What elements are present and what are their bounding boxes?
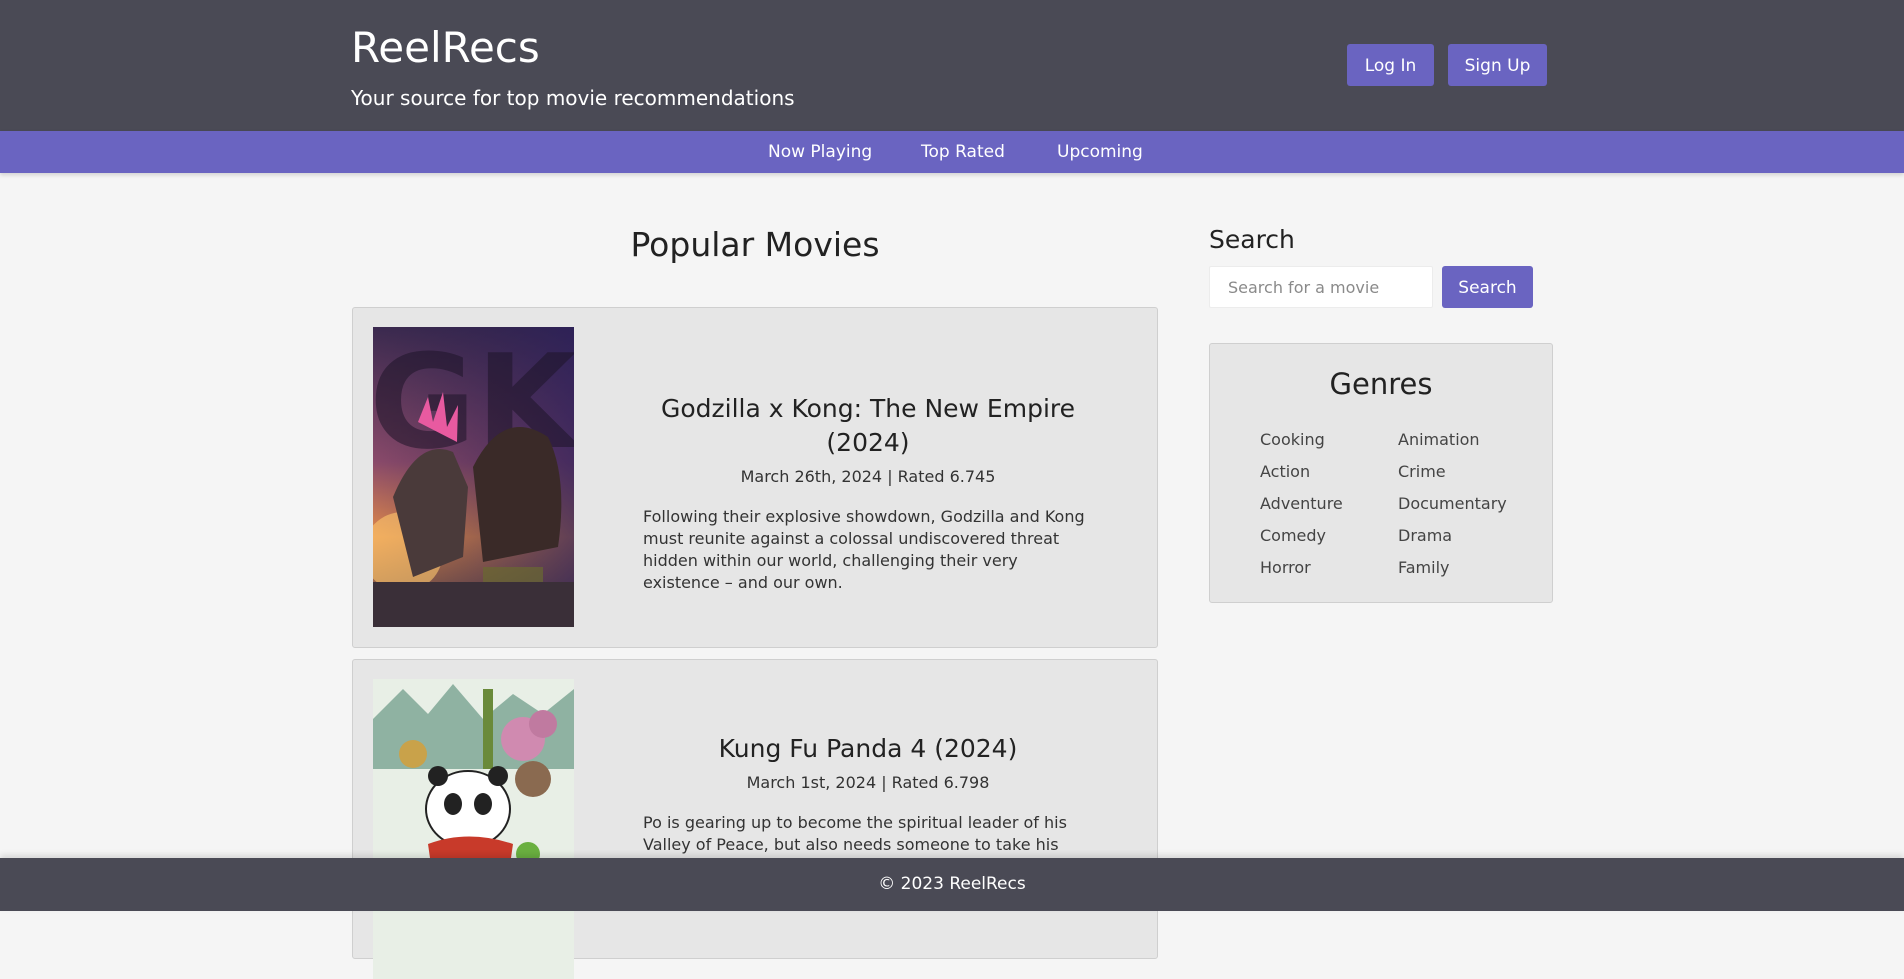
nav-upcoming[interactable]: Upcoming: [1057, 131, 1143, 173]
nav-now-playing[interactable]: Now Playing: [768, 131, 872, 173]
movie-info: Kung Fu Panda 4 (2024) March 1st, 2024 |…: [643, 732, 1093, 878]
movie-title[interactable]: Kung Fu Panda 4 (2024): [643, 732, 1093, 766]
search-input[interactable]: [1209, 266, 1433, 308]
movie-card[interactable]: GK Godzilla x Kong: The New Empire (2024…: [352, 307, 1158, 648]
movie-card[interactable]: Kung Fu Panda 4 (2024) March 1st, 2024 |…: [352, 659, 1158, 979]
genre-link-drama[interactable]: Drama: [1398, 520, 1507, 552]
movie-info: Godzilla x Kong: The New Empire (2024) M…: [643, 392, 1093, 594]
poster-image: GK: [373, 327, 574, 627]
movie-poster-godzilla-kong[interactable]: GK: [373, 327, 574, 627]
genres-panel: Genres Cooking Action Adventure Comedy H…: [1209, 343, 1553, 603]
genre-link-cooking[interactable]: Cooking: [1260, 424, 1343, 456]
site-tagline: Your source for top movie recommendation…: [351, 86, 795, 110]
copyright-text: © 2023 ReelRecs: [878, 874, 1026, 894]
genre-link-crime[interactable]: Crime: [1398, 456, 1507, 488]
site-logo-title[interactable]: ReelRecs: [351, 22, 540, 74]
popular-movies-heading: Popular Movies: [630, 225, 880, 264]
search-button[interactable]: Search: [1442, 266, 1533, 308]
genre-link-adventure[interactable]: Adventure: [1260, 488, 1343, 520]
genre-link-animation[interactable]: Animation: [1398, 424, 1507, 456]
movie-poster-kung-fu-panda[interactable]: [373, 679, 574, 979]
genre-link-comedy[interactable]: Comedy: [1260, 520, 1343, 552]
genre-link-horror[interactable]: Horror: [1260, 552, 1343, 584]
movie-title[interactable]: Godzilla x Kong: The New Empire (2024): [643, 392, 1093, 460]
site-header: ReelRecs Your source for top movie recom…: [0, 0, 1904, 131]
genres-list-left: Cooking Action Adventure Comedy Horror: [1260, 424, 1343, 584]
genre-link-action[interactable]: Action: [1260, 456, 1343, 488]
nav-top-rated[interactable]: Top Rated: [921, 131, 1005, 173]
movie-release-rating: March 26th, 2024 | Rated 6.745: [740, 467, 996, 486]
movie-description: Following their explosive showdown, Godz…: [643, 507, 1085, 592]
genres-list-right: Animation Crime Documentary Drama Family: [1398, 424, 1507, 584]
poster-image: [373, 679, 574, 979]
search-heading: Search: [1209, 225, 1295, 254]
login-button[interactable]: Log In: [1347, 44, 1434, 86]
site-footer: © 2023 ReelRecs: [0, 858, 1904, 911]
movie-release-rating: March 1st, 2024 | Rated 6.798: [746, 773, 990, 792]
genres-heading: Genres: [1329, 367, 1433, 401]
genre-link-family[interactable]: Family: [1398, 552, 1507, 584]
signup-button[interactable]: Sign Up: [1448, 44, 1547, 86]
genre-link-documentary[interactable]: Documentary: [1398, 488, 1507, 520]
main-nav: Now Playing Top Rated Upcoming: [0, 131, 1904, 173]
